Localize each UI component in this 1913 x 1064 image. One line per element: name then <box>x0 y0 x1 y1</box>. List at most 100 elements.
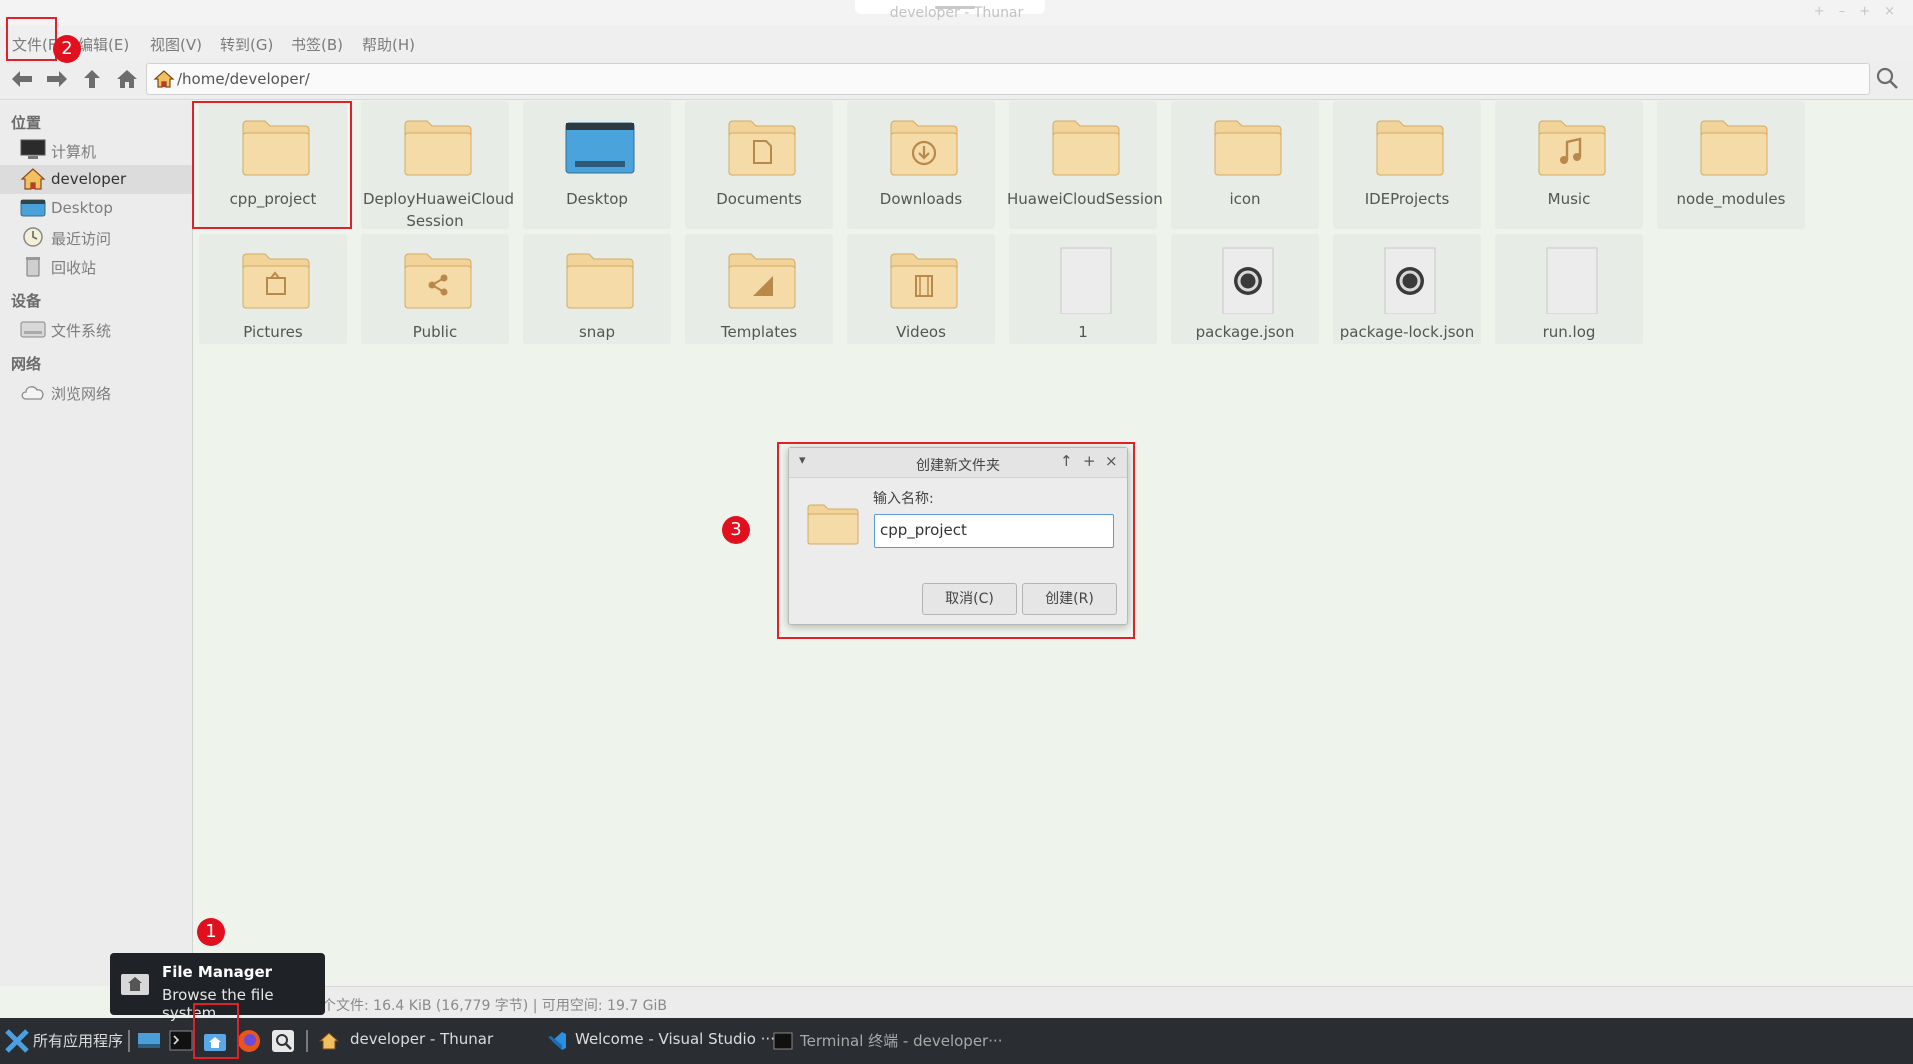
annotation-badge-1: 1 <box>197 918 225 946</box>
folder-home-icon <box>121 974 149 995</box>
file-name: Videos <box>896 323 946 341</box>
location-bar[interactable]: /home/developer/ <box>146 63 1870 95</box>
annotation-badge-2: 2 <box>53 35 81 63</box>
sidebar-item-browse-network[interactable]: 浏览网络 <box>0 378 192 407</box>
sidebar-item-desktop[interactable]: Desktop <box>0 194 192 223</box>
search-icon <box>1876 67 1898 89</box>
sidebar-section-devices: 设备 <box>11 292 42 310</box>
forward-button[interactable] <box>43 66 71 92</box>
documents-folder-icon <box>728 120 796 176</box>
sidebar-item-filesystem[interactable]: 文件系统 <box>0 315 192 344</box>
file-name: Downloads <box>879 190 963 208</box>
file-name: Public <box>412 323 458 341</box>
trash-icon <box>26 257 40 277</box>
text-file-icon <box>1060 247 1112 314</box>
taskbar-separator <box>306 1030 308 1052</box>
window-title: developer - Thunar <box>889 5 1024 21</box>
home-icon <box>20 168 46 190</box>
folder-icon <box>1214 120 1282 176</box>
downloads-folder-icon <box>890 120 958 176</box>
menu-bookmarks[interactable]: 书签(B) <box>291 34 343 55</box>
home-icon <box>318 1032 340 1050</box>
recent-icon <box>23 227 43 247</box>
home-icon <box>153 70 175 88</box>
json-file-icon <box>1222 247 1274 314</box>
computer-icon <box>20 139 46 159</box>
sidebar-item-label: Desktop <box>51 199 113 217</box>
json-file-icon <box>1384 247 1436 314</box>
sidebar-item-developer[interactable]: developer <box>0 165 192 194</box>
vscode-icon <box>548 1032 566 1050</box>
sidebar-item-label: 最近访问 <box>51 230 112 248</box>
status-text: 个文件: 16.4 KiB (16,779 字节) | 可用空间: 19.7 G… <box>322 998 668 1014</box>
file-name: DeployHuaweiCloud Session <box>363 190 515 230</box>
window-stick-button[interactable]: + <box>1814 4 1825 19</box>
highlight-dialog <box>777 442 1135 639</box>
templates-folder-icon <box>728 253 796 309</box>
taskbar-separator <box>128 1030 130 1052</box>
sidebar-section-places: 位置 <box>11 114 42 132</box>
highlight-cpp-project <box>192 101 352 229</box>
arrow-left-icon <box>12 71 32 87</box>
sidebar-item-label: 文件系统 <box>51 322 112 340</box>
drive-icon <box>20 321 46 338</box>
applications-menu-button[interactable]: 所有应用程序 <box>33 1030 123 1051</box>
task-vscode[interactable]: Welcome - Visual Studio ··· <box>575 1030 775 1048</box>
folder-icon <box>566 253 634 309</box>
file-name: IDEProjects <box>1364 190 1450 208</box>
taskbar: 所有应用程序 developer - Thunar Welcome - Visu… <box>0 1018 1913 1064</box>
search-button[interactable] <box>1875 66 1903 92</box>
window-controls: + – + × <box>1814 4 1895 19</box>
highlight-file-menu <box>6 17 57 61</box>
home-button[interactable] <box>113 66 141 92</box>
arrow-right-icon <box>47 71 67 87</box>
file-name: package.json <box>1195 323 1295 341</box>
task-terminal[interactable]: Terminal 终端 - developer··· <box>800 1030 1003 1051</box>
public-folder-icon <box>404 253 472 309</box>
file-name: run.log <box>1542 323 1596 341</box>
pictures-folder-icon <box>242 253 310 309</box>
app-finder-icon[interactable] <box>270 1028 296 1054</box>
menu-edit[interactable]: 编辑(E) <box>78 34 129 55</box>
file-name: HuaweiCloudSession <box>1007 190 1163 208</box>
window-maximize-button[interactable]: + <box>1859 4 1870 19</box>
window-minimize-button[interactable]: – <box>1839 4 1846 19</box>
sidebar-section-network: 网络 <box>11 355 42 373</box>
highlight-file-manager-launcher <box>193 1003 239 1059</box>
toolbar: /home/developer/ <box>0 58 1913 100</box>
back-button[interactable] <box>8 66 36 92</box>
menu-go[interactable]: 转到(G) <box>220 34 273 55</box>
menu-view[interactable]: 视图(V) <box>150 34 202 55</box>
window-close-button[interactable]: × <box>1884 4 1895 19</box>
menubar: 文件(F) 编辑(E) 视图(V) 转到(G) 书签(B) 帮助(H) <box>0 26 1913 58</box>
show-desktop-icon[interactable] <box>136 1028 162 1054</box>
window-titlebar: developer - Thunar + – + × <box>0 0 1913 26</box>
home-icon <box>117 70 137 88</box>
file-name: Documents <box>716 190 802 208</box>
xfce-logo-icon[interactable] <box>4 1028 30 1054</box>
tooltip-title: File Manager <box>162 963 273 981</box>
terminal-icon <box>773 1032 793 1050</box>
firefox-icon[interactable] <box>236 1028 262 1054</box>
file-name: snap <box>578 323 616 341</box>
file-name: node_modules <box>1676 190 1786 208</box>
annotation-badge-3: 3 <box>722 516 750 544</box>
sidebar: 位置 计算机 developer Desktop 最近访问 回收站 设备 文件系… <box>0 101 193 986</box>
folder-icon <box>404 120 472 176</box>
file-name: 1 <box>1078 323 1088 341</box>
folder-icon <box>1700 120 1768 176</box>
sidebar-item-recent[interactable]: 最近访问 <box>0 223 192 252</box>
sidebar-item-trash[interactable]: 回收站 <box>0 252 192 281</box>
file-name: Templates <box>720 323 798 341</box>
task-thunar[interactable]: developer - Thunar <box>350 1030 493 1048</box>
network-icon <box>21 386 44 400</box>
videos-folder-icon <box>890 253 958 309</box>
text-file-icon <box>1546 247 1598 314</box>
menu-help[interactable]: 帮助(H) <box>362 34 415 55</box>
up-button[interactable] <box>78 66 106 92</box>
sidebar-item-computer[interactable]: 计算机 <box>0 136 192 165</box>
music-folder-icon <box>1538 120 1606 176</box>
terminal-icon[interactable] <box>168 1028 194 1054</box>
sidebar-item-label: 回收站 <box>51 259 97 277</box>
file-name: package-lock.json <box>1339 323 1475 341</box>
